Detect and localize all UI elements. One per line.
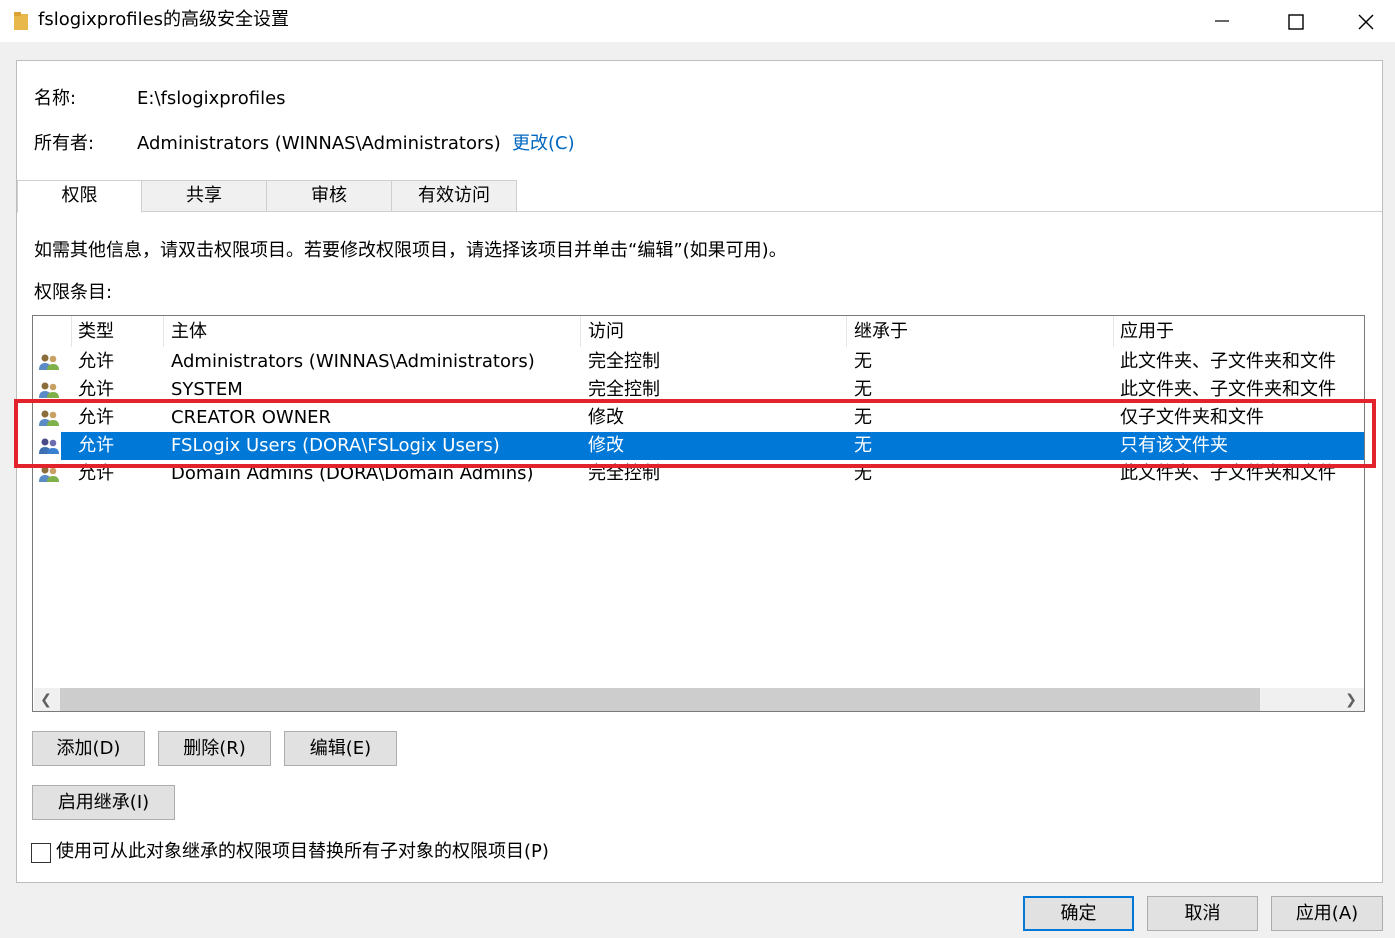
edit-button[interactable]: 编辑(E) [284,731,397,766]
tab-permissions[interactable]: 权限 [17,180,142,213]
name-label: 名称: [34,88,77,109]
ok-button[interactable]: 确定 [1023,896,1134,931]
close-icon [1358,14,1374,30]
column-separator [1113,316,1114,347]
column-separator [163,316,164,347]
title-bar: fslogixprofiles的高级安全设置 [0,0,1395,42]
change-owner-link[interactable]: 更改(C) [512,132,575,156]
add-button[interactable]: 添加(D) [32,731,145,766]
replace-child-permissions-checkbox[interactable] [31,843,51,863]
column-header-principal[interactable]: 主体 [171,320,207,344]
scroll-right-icon[interactable]: ❯ [1339,688,1363,711]
minimize-button[interactable] [1187,0,1257,42]
apply-button[interactable]: 应用(A) [1271,896,1383,931]
cancel-button[interactable]: 取消 [1147,896,1258,931]
column-header-applies-to[interactable]: 应用于 [1120,320,1174,344]
tab-effective-access[interactable]: 有效访问 [391,180,517,212]
annotation-highlight-box [14,399,1376,468]
scroll-left-icon[interactable]: ❮ [34,688,58,711]
column-separator [580,316,581,347]
user-group-icon [39,382,59,398]
column-separator [71,316,72,347]
maximize-button[interactable] [1260,0,1330,42]
column-separator [846,316,847,347]
window-title: fslogixprofiles的高级安全设置 [38,9,290,30]
close-button[interactable] [1330,0,1395,42]
horizontal-scrollbar[interactable]: ❮ ❯ [34,688,1364,711]
tab-share[interactable]: 共享 [141,180,267,212]
cell-type: 允许 [78,351,114,372]
replace-child-permissions-label[interactable]: 使用可从此对象继承的权限项目替换所有子对象的权限项目(P) [56,840,549,864]
user-group-icon [39,354,59,370]
maximize-icon [1288,14,1304,30]
cell-inherited-from: 无 [854,351,872,372]
owner-label: 所有者: [34,133,95,154]
scrollbar-thumb[interactable] [60,688,1260,711]
cell-access: 完全控制 [588,351,660,372]
table-row[interactable]: 允许 Administrators (WINNAS\Administrators… [33,348,1364,376]
column-header-type[interactable]: 类型 [78,320,114,344]
folder-icon [14,12,28,30]
permission-entries-label: 权限条目: [34,282,113,303]
instructions-text: 如需其他信息，请双击权限项目。若要修改权限项目，请选择该项目并单击“编辑”(如果… [34,240,787,261]
column-header-access[interactable]: 访问 [588,320,624,344]
cell-applies-to: 此文件夹、子文件夹和文件 [1120,351,1336,372]
name-value: E:\fslogixprofiles [137,88,286,109]
remove-button[interactable]: 删除(R) [158,731,271,766]
minimize-icon [1215,20,1229,22]
tab-auditing[interactable]: 审核 [266,180,392,212]
cell-principal: Administrators (WINNAS\Administrators) [171,351,535,372]
permission-entries-list[interactable]: 类型 主体 访问 继承于 应用于 允许 Administrators (WINN… [32,315,1365,712]
owner-value: Administrators (WINNAS\Administrators) [137,133,501,154]
column-header-inherited-from[interactable]: 继承于 [854,320,908,344]
enable-inheritance-button[interactable]: 启用继承(I) [32,785,175,820]
